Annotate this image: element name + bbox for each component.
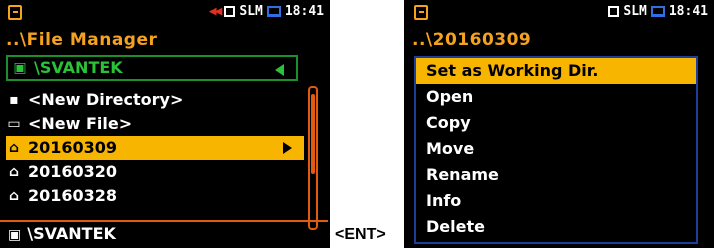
list-item-folder[interactable]: ⌂ 20160328 [6,184,304,208]
mode-indicator: SLM [623,4,647,19]
list-item-label: <New Directory> [28,90,184,109]
file-icon: ▭ [7,116,21,132]
record-icon: ◀◀ [208,4,223,19]
list-item-label: 20160320 [28,162,118,181]
screen-title: ..\20160309 [412,30,532,50]
back-arrow-icon [275,64,284,76]
app-icon [8,5,22,20]
menu-item-copy[interactable]: Copy [416,110,696,136]
list-item-new-file[interactable]: ▭ <New File> [6,112,304,136]
mode-indicator: SLM [239,4,263,19]
save-icon: ▪ [9,92,19,108]
stop-icon [224,6,236,17]
file-manager-screen: ◀◀ SLM 18:41 ..\File Manager ▣ \SVANTEK … [0,0,330,248]
screen-title: ..\File Manager [6,30,158,50]
drive-icon: ▣ [13,60,27,76]
stop-icon [608,6,620,17]
folder-icon: ⌂ [8,188,20,204]
context-menu: Set as Working Dir. Open Copy Move Renam… [414,56,698,244]
list-item-folder[interactable]: ⌂ 20160309 [6,136,304,160]
list-item-label: 20160309 [28,138,118,157]
drive-icon: ▣ [8,227,22,243]
status-bar: ◀◀ SLM 18:41 [0,0,328,26]
list-item-label: <New File> [28,114,133,133]
ent-key-label: <ENT> [335,226,386,243]
battery-icon [266,6,281,17]
submenu-arrow-icon [283,142,292,154]
folder-icon: ⌂ [8,164,20,180]
list-item-label: 20160328 [28,186,118,205]
status-bar: SLM 18:41 [406,0,712,26]
clock: 18:41 [284,4,324,19]
scrollbar-thumb[interactable] [311,94,315,174]
folder-icon: ⌂ [8,140,20,156]
footer-path: ▣ \SVANTEK [0,220,328,248]
battery-icon [650,6,665,17]
menu-item-set-working-dir[interactable]: Set as Working Dir. [416,58,696,84]
list-item-folder[interactable]: ⌂ 20160320 [6,160,304,184]
drive-row[interactable]: ▣ \SVANTEK [6,55,298,81]
footer-label: \SVANTEK [27,224,116,243]
menu-item-info[interactable]: Info [416,188,696,214]
menu-item-rename[interactable]: Rename [416,162,696,188]
list-item-new-directory[interactable]: ▪ <New Directory> [6,88,304,112]
scrollbar[interactable] [308,86,318,230]
drive-label: \SVANTEK [34,58,123,77]
app-icon [414,5,428,20]
menu-item-open[interactable]: Open [416,84,696,110]
menu-item-move[interactable]: Move [416,136,696,162]
context-menu-screen: SLM 18:41 ..\20160309 Set as Working Dir… [404,0,714,248]
menu-item-delete[interactable]: Delete [416,214,696,240]
clock: 18:41 [668,4,708,19]
